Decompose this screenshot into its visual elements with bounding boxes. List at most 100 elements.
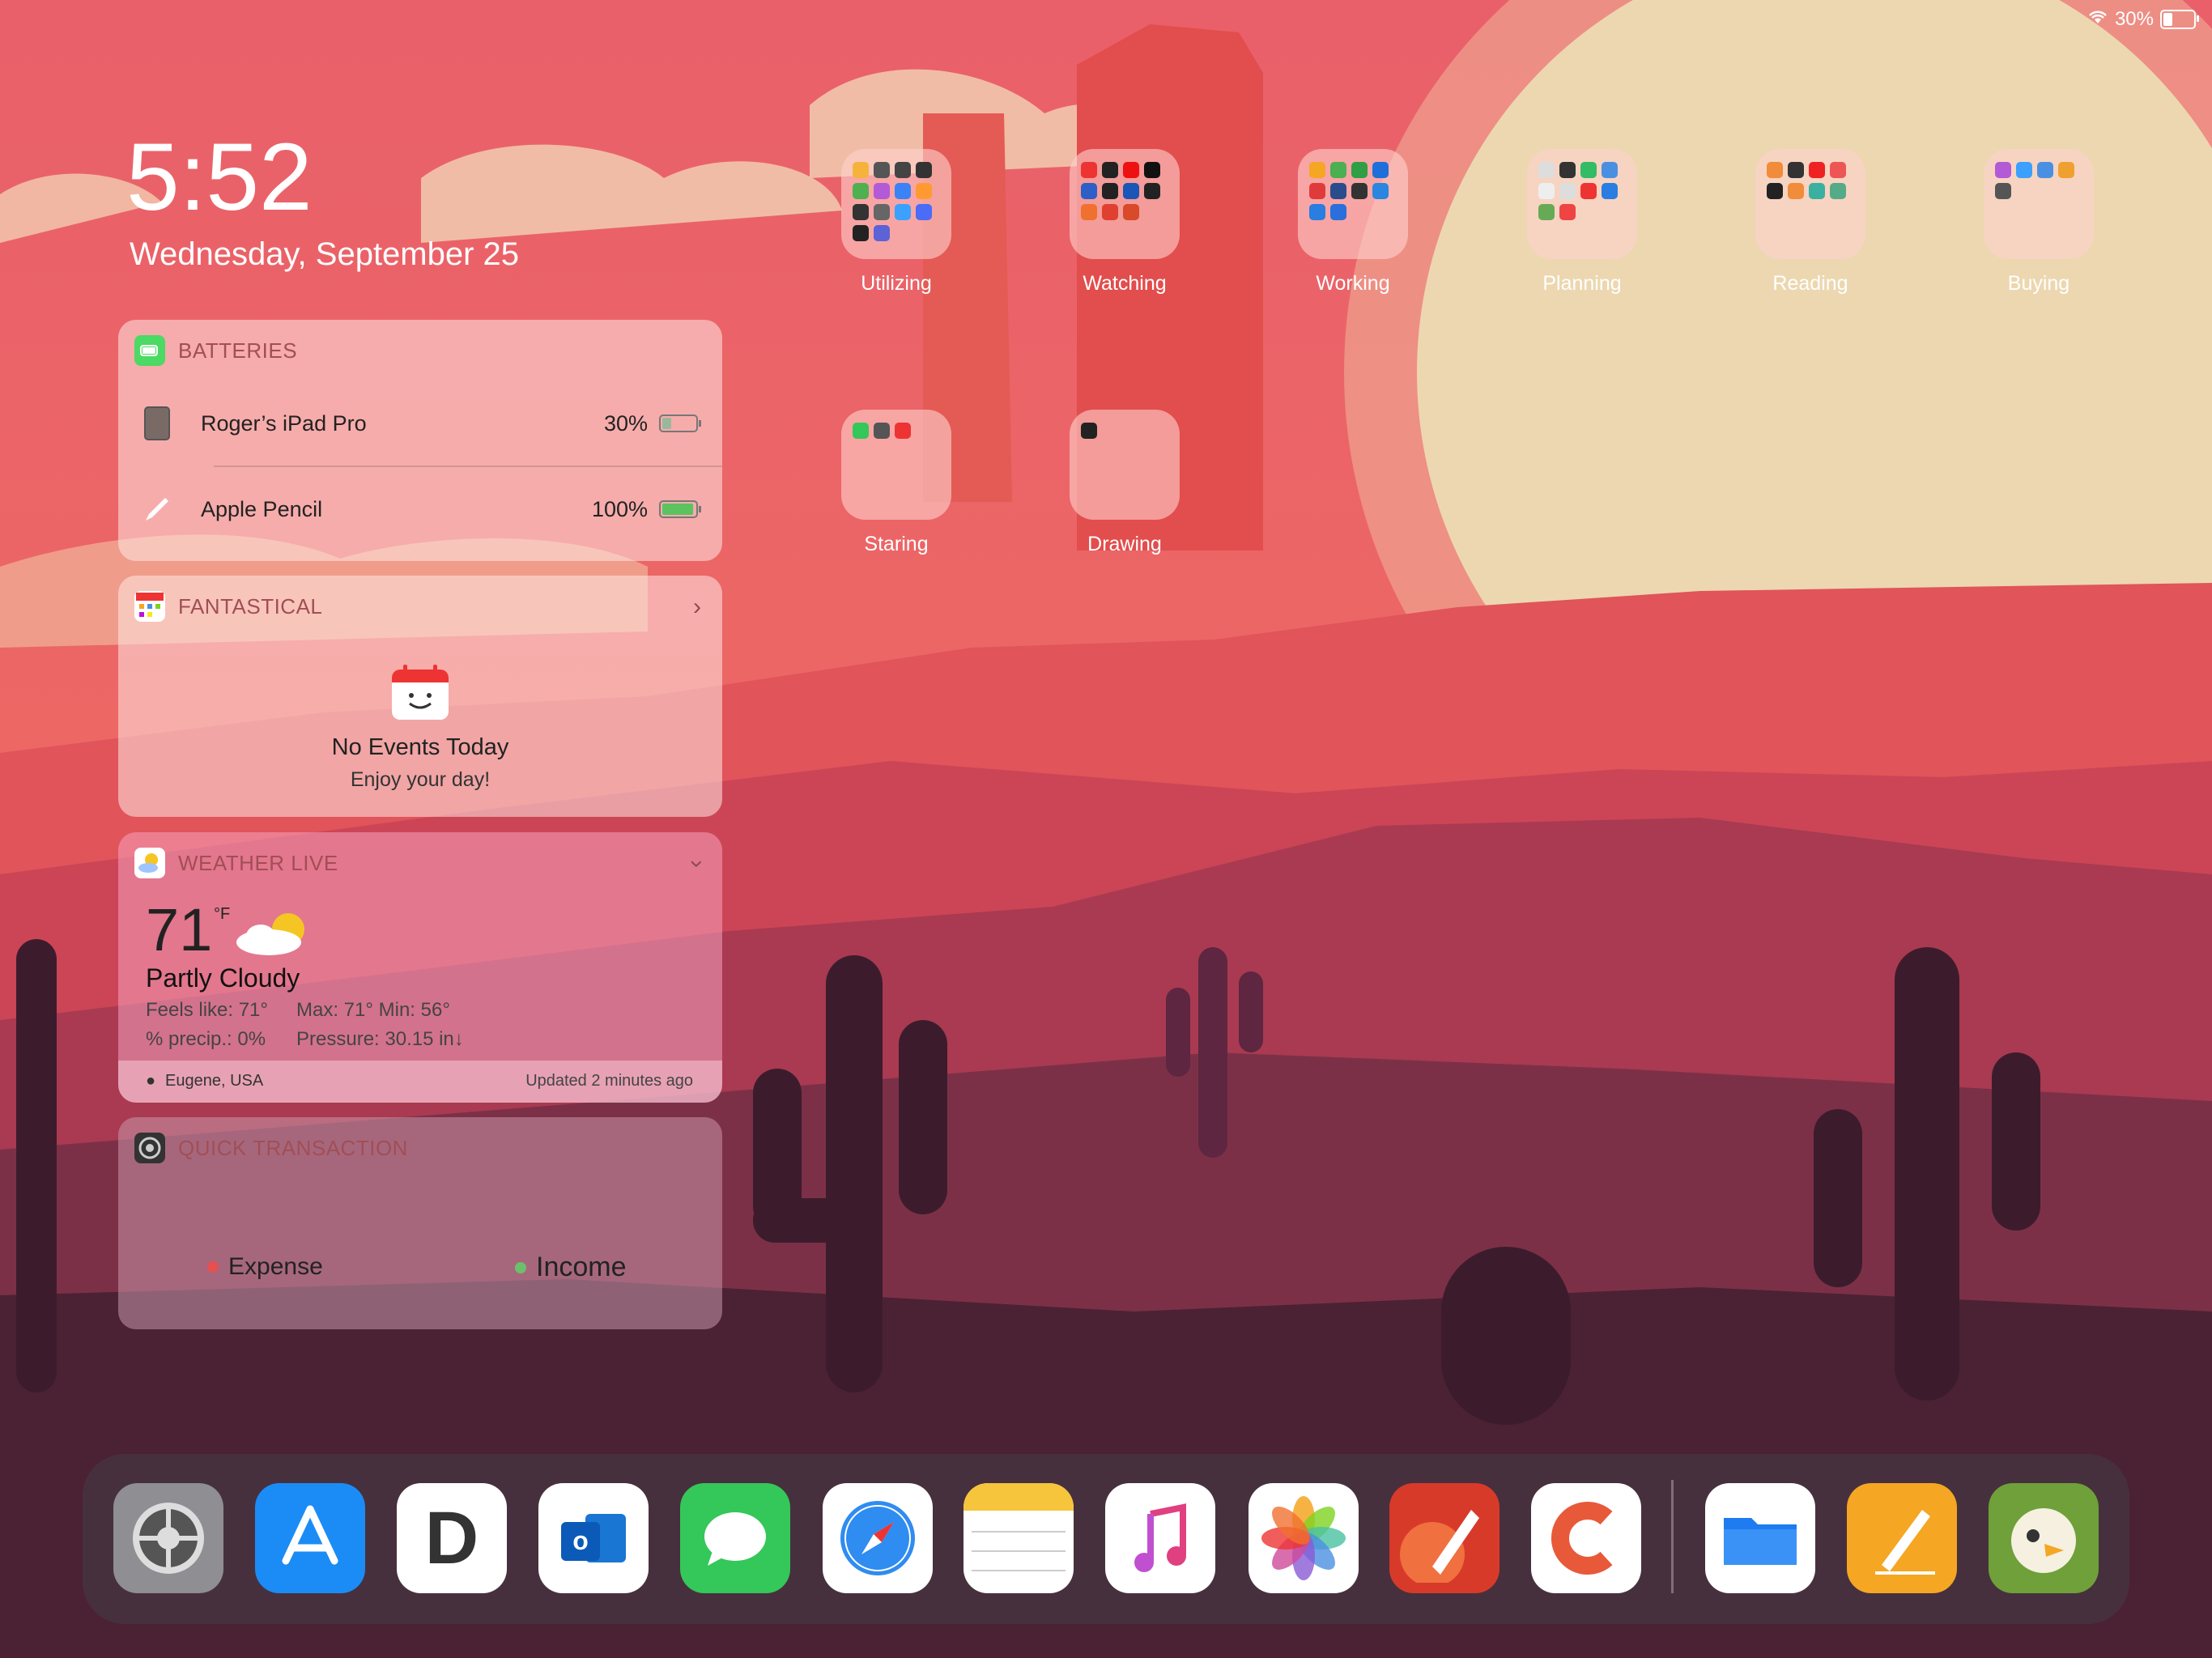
quick-transaction-widget[interactable]: QUICK TRANSACTION Expense Income [118, 1117, 722, 1329]
mini-app-icon [1559, 162, 1576, 178]
folder-watching[interactable] [1070, 149, 1180, 259]
mini-app-icon [1767, 183, 1783, 199]
messages-app-icon[interactable] [680, 1483, 790, 1593]
outlook-app-icon[interactable]: o [538, 1483, 649, 1593]
photos-app-icon[interactable] [1249, 1483, 1359, 1593]
mini-app-icon [853, 423, 869, 439]
folder-app-grid [1538, 162, 1618, 220]
mini-app-icon [1351, 162, 1368, 178]
pages-app-icon[interactable] [1847, 1483, 1957, 1593]
folder-label[interactable]: Utilizing [815, 272, 977, 295]
castro-app-icon[interactable] [1531, 1483, 1641, 1593]
device-battery-icon [659, 414, 701, 432]
folder-label[interactable]: Working [1272, 272, 1434, 295]
income-button[interactable]: Income [515, 1252, 627, 1283]
weather-widget[interactable]: WEATHER LIVE › 71 °F Partly Cloudy Feels… [118, 832, 722, 1103]
precipitation: % precip.: 0% [146, 1028, 266, 1050]
vectornator-app-icon[interactable] [1389, 1483, 1499, 1593]
mini-app-icon [1081, 204, 1097, 220]
weather-footer: ● Eugene, USA Updated 2 minutes ago [118, 1061, 722, 1103]
mini-app-icon [853, 183, 869, 199]
mini-app-icon [1102, 162, 1118, 178]
folder-staring[interactable] [841, 410, 951, 520]
folder-planning[interactable] [1527, 149, 1637, 259]
mini-app-icon [1309, 162, 1325, 178]
mini-app-icon [1602, 183, 1618, 199]
mini-app-icon [1559, 183, 1576, 199]
status-bar: 30% [2087, 8, 2199, 31]
mini-app-icon [895, 162, 911, 178]
folder-app-grid [1309, 162, 1389, 220]
mini-app-icon [2058, 162, 2074, 178]
batteries-widget[interactable]: BATTERIES Roger’s iPad Pro 30% Apple Pen… [118, 320, 722, 561]
mini-app-icon [1602, 162, 1618, 178]
mini-app-icon [874, 225, 890, 241]
tweetbot-app-icon[interactable] [1989, 1483, 2099, 1593]
quick-transaction-header: QUICK TRANSACTION [118, 1117, 722, 1179]
mini-app-icon [1538, 204, 1555, 220]
battery-row-ipad: Roger’s iPad Pro 30% [118, 381, 722, 466]
folder-working[interactable] [1298, 149, 1408, 259]
device-battery-level [662, 504, 693, 515]
mini-app-icon [1102, 204, 1118, 220]
fantastical-widget[interactable]: FANTASTICAL › No Events Today Enjoy your… [118, 576, 722, 817]
device-percent: 100% [591, 496, 648, 521]
mini-app-icon [2037, 162, 2053, 178]
mini-app-icon [1351, 183, 1368, 199]
mini-app-icon [1123, 204, 1139, 220]
folder-utilizing[interactable] [841, 149, 951, 259]
fantastical-app-icon [134, 591, 165, 622]
safari-app-icon[interactable] [823, 1483, 933, 1593]
device-battery-icon [659, 500, 701, 518]
expense-button[interactable]: Expense [207, 1253, 323, 1281]
chevron-down-icon[interactable]: › [683, 860, 711, 868]
mini-app-icon [853, 162, 869, 178]
folder-label[interactable]: Drawing [1044, 533, 1206, 556]
mini-app-icon [916, 204, 932, 220]
folder-app-grid [1081, 423, 1160, 439]
battery-percent: 30% [2114, 8, 2154, 30]
mini-app-icon [874, 162, 890, 178]
files-app-icon[interactable] [1705, 1483, 1815, 1593]
folder-label[interactable]: Watching [1044, 272, 1206, 295]
settings-app-icon[interactable] [113, 1483, 223, 1593]
day-one-app-icon[interactable]: D [397, 1483, 507, 1593]
folder-label[interactable]: Staring [815, 533, 977, 556]
expense-dot-icon [207, 1261, 219, 1273]
wifi-icon [2087, 8, 2108, 31]
mini-app-icon [1809, 183, 1825, 199]
folder-label[interactable]: Reading [1729, 272, 1891, 295]
folder-buying[interactable] [1984, 149, 2094, 259]
pencil-icon [143, 492, 172, 526]
folder-drawing[interactable] [1070, 410, 1180, 520]
expense-label: Expense [228, 1253, 323, 1280]
mini-app-icon [874, 183, 890, 199]
calendar-smile-icon [390, 663, 450, 727]
mini-app-icon [895, 423, 911, 439]
folder-label[interactable]: Buying [1958, 272, 2120, 295]
income-dot-icon [515, 1261, 526, 1273]
mini-app-icon [853, 204, 869, 220]
folder-label[interactable]: Planning [1501, 272, 1663, 295]
mini-app-icon [1081, 183, 1097, 199]
chevron-right-icon[interactable]: › [693, 593, 701, 621]
battery-row-pencil: Apple Pencil 100% [118, 467, 722, 551]
mini-app-icon [1102, 183, 1118, 199]
batteries-header: BATTERIES [118, 320, 722, 381]
mini-app-icon [1580, 162, 1597, 178]
weather-title: WEATHER LIVE [178, 850, 338, 875]
clock-date: Wednesday, September 25 [130, 236, 520, 272]
temperature-unit: °F [214, 905, 231, 923]
mini-app-icon [1144, 162, 1160, 178]
notes-app-icon[interactable] [963, 1483, 1074, 1593]
mini-app-icon [1788, 162, 1804, 178]
batteries-title: BATTERIES [178, 338, 298, 363]
folder-reading[interactable] [1755, 149, 1865, 259]
weather-live-app-icon [134, 848, 165, 878]
music-app-icon[interactable] [1105, 1483, 1215, 1593]
app-store-app-icon[interactable] [255, 1483, 365, 1593]
device-battery-level [662, 418, 672, 429]
mini-app-icon [1081, 162, 1097, 178]
folder-app-grid [1767, 162, 1846, 199]
device-name: Roger’s iPad Pro [201, 410, 367, 436]
